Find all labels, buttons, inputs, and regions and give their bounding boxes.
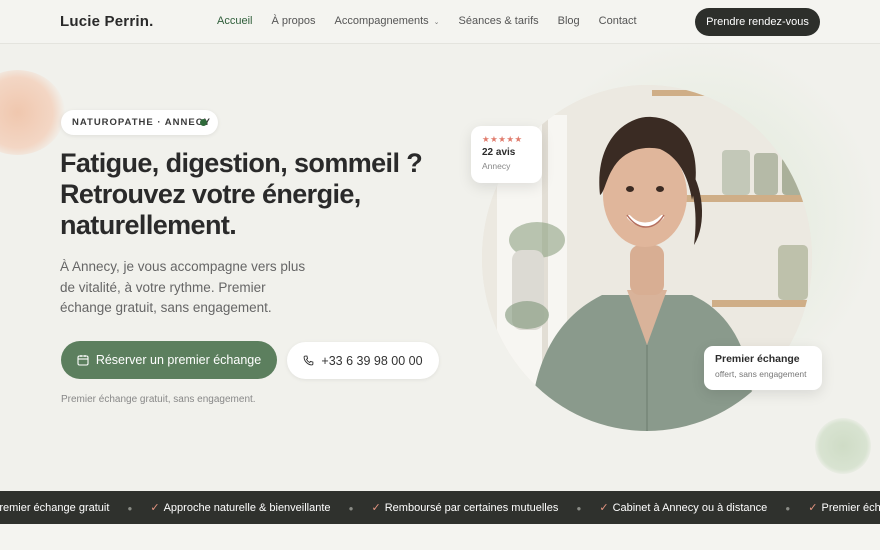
calendar-icon — [77, 354, 89, 366]
next-section-edge — [0, 524, 880, 550]
reviews-card: ★★★★★ 22 avis Annecy — [471, 126, 542, 183]
check-icon: ✓ — [371, 502, 381, 514]
check-icon: ✓ — [599, 502, 609, 514]
top-nav: Lucie Perrin. Accueil À propos Accompagn… — [0, 0, 880, 44]
nav-item-a-propos[interactable]: À propos — [271, 15, 315, 27]
nav-item-contact[interactable]: Contact — [599, 15, 637, 27]
hero-headline: Fatigue, digestion, sommeil ? Retrouvez … — [60, 148, 423, 241]
phone-button[interactable]: +33 6 39 98 00 00 — [287, 342, 439, 379]
book-first-call-button[interactable]: Réserver un premier échange — [61, 341, 277, 379]
profession-tag-label: NATUROPATHE · ANNECY — [72, 117, 211, 128]
review-location: Annecy — [482, 161, 511, 171]
phone-icon — [303, 355, 314, 366]
bullet-separator-icon: ● — [785, 503, 791, 513]
marquee-track: Premier échange gratuit ● ✓ Approche natu… — [0, 501, 880, 514]
offer-title: Premier échange — [715, 353, 800, 365]
headline-line-2: Retrouvez votre énergie, — [60, 179, 361, 209]
marquee-item: ✓ Remboursé par certaines mutuelles — [372, 501, 559, 514]
phone-number: +33 6 39 98 00 00 — [321, 353, 423, 368]
headline-line-3: naturellement. — [60, 210, 237, 240]
main-menu: Accueil À propos Accompagnements ⌄ Séance… — [217, 15, 656, 27]
marquee-item: ✓ Approche naturelle & bienveillante — [150, 501, 330, 514]
review-count: 22 avis — [482, 147, 516, 158]
marquee-item: ✓ Cabinet à Annecy ou à distance — [599, 501, 767, 514]
marquee-item: ✓Premier échange gratuit — [808, 501, 880, 514]
chevron-down-icon: ⌄ — [433, 19, 440, 26]
bullet-separator-icon: ● — [576, 503, 582, 513]
marquee-item-label: Cabinet à Annecy ou à distance — [612, 502, 768, 514]
offer-subtitle: offert, sans engagement — [715, 369, 807, 379]
benefits-marquee: Premier échange gratuit ● ✓ Approche natu… — [0, 491, 880, 524]
nav-item-accompagnements-label: Accompagnements — [334, 15, 429, 27]
book-appointment-button[interactable]: Prendre rendez-vous — [695, 8, 820, 36]
hero-note: Premier échange gratuit, sans engagement… — [61, 394, 256, 405]
nav-item-accueil[interactable]: Accueil — [217, 15, 252, 27]
marquee-item: Premier échange gratuit — [0, 502, 109, 514]
offer-card: Premier échange offert, sans engagement — [704, 346, 822, 390]
headline-line-1: Fatigue, digestion, sommeil ? — [60, 148, 423, 178]
marquee-item-label: Remboursé par certaines mutuelles — [384, 502, 559, 514]
check-icon: ✓ — [150, 502, 160, 514]
nav-item-seances-tarifs[interactable]: Séances & tarifs — [459, 15, 539, 27]
marquee-item-label: Premier échange gratuit — [0, 502, 110, 514]
marquee-item-label: Approche naturelle & bienveillante — [163, 502, 331, 514]
nav-item-accompagnements[interactable]: Accompagnements ⌄ — [335, 15, 440, 27]
bullet-separator-icon: ● — [348, 503, 354, 513]
status-dot-icon — [200, 119, 207, 126]
nav-item-blog[interactable]: Blog — [558, 15, 580, 27]
hero-intro: À Annecy, je vous accompagne vers plus d… — [60, 259, 306, 315]
site-logo[interactable]: Lucie Perrin. — [60, 13, 153, 30]
book-first-call-label: Réserver un premier échange — [95, 353, 262, 367]
star-rating-icon: ★★★★★ — [482, 134, 523, 144]
check-icon: ✓ — [808, 502, 818, 514]
decorative-blob-green — [815, 418, 871, 474]
profession-tag: NATUROPATHE · ANNECY — [61, 110, 218, 135]
decorative-blob-peach — [0, 70, 65, 155]
marquee-item-label: Premier échange gratuit — [821, 502, 880, 514]
bullet-separator-icon: ● — [127, 503, 133, 513]
